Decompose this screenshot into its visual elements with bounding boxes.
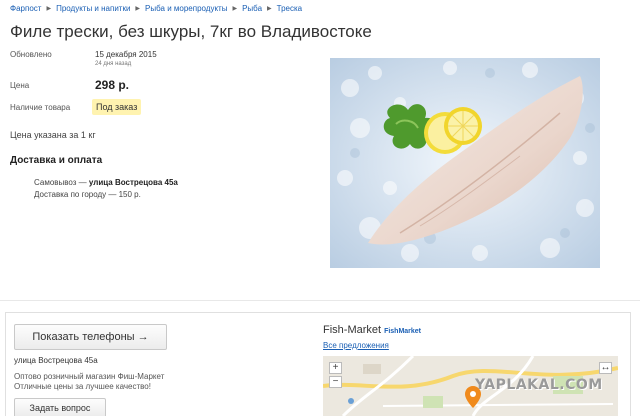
price-label: Цена (10, 81, 30, 90)
city-delivery-line: Доставка по городу — 150 р. (34, 190, 141, 199)
pickup-line: Самовывоз — улица Вострецова 45а (34, 178, 178, 187)
show-phones-button[interactable]: Показать телефоны → (14, 324, 167, 350)
breadcrumb-item-seafood[interactable]: Рыба и морепродукты (145, 4, 227, 13)
ask-question-button[interactable]: Задать вопрос (14, 398, 106, 416)
seller-description-line2: Отличные цены за лучшее качество! (14, 382, 151, 391)
product-photo-image (330, 58, 600, 268)
breadcrumb-item-farpost[interactable]: Фарпост (10, 4, 41, 13)
breadcrumb-separator-icon: ▶ (46, 6, 52, 12)
section-divider (0, 300, 640, 301)
store-logo[interactable]: FishMarket (384, 328, 421, 335)
store-name-text[interactable]: Fish-Market (323, 324, 381, 336)
map-zoom-in-button[interactable]: + (329, 362, 342, 374)
product-photo[interactable] (330, 58, 600, 268)
map-expand-button[interactable]: ↔ (599, 362, 612, 374)
breadcrumb-item-food[interactable]: Продукты и напитки (56, 4, 130, 13)
availability-label: Наличие товара (10, 103, 71, 112)
breadcrumb-item-cod[interactable]: Треска (277, 4, 302, 13)
price-note: Цена указана за 1 кг (10, 130, 96, 140)
page-title: Филе трески, без шкуры, 7кг во Владивост… (10, 22, 372, 41)
all-offers-link[interactable]: Все предложения (323, 341, 389, 350)
breadcrumb-item-fish[interactable]: Рыба (242, 4, 262, 13)
delivery-heading: Доставка и оплата (10, 155, 103, 166)
updated-label: Обновлено (10, 50, 52, 59)
breadcrumb-separator-icon: ▶ (267, 6, 272, 12)
pickup-address: улица Вострецова 45а (88, 178, 178, 187)
pickup-prefix: Самовывоз — (34, 178, 89, 187)
updated-ago: 24 дня назад (95, 61, 132, 67)
seller-description-line1: Оптово розничный магазин Фиш-Маркет (14, 372, 165, 381)
map-zoom-out-button[interactable]: − (329, 376, 342, 388)
updated-value: 15 декабря 2015 (95, 50, 157, 59)
watermark: YAPLAKAL.COM (475, 377, 603, 393)
breadcrumb-separator-icon: ▶ (232, 6, 238, 12)
store-name[interactable]: Fish-Market FishMarket (323, 324, 421, 336)
breadcrumb: Фарпост ▶ Продукты и напитки ▶ Рыба и мо… (10, 4, 302, 13)
breadcrumb-separator-icon: ▶ (135, 6, 141, 12)
price-value: 298 р. (95, 78, 130, 92)
availability-badge: Под заказ (92, 99, 142, 115)
seller-address: улица Вострецова 45а (14, 356, 98, 365)
